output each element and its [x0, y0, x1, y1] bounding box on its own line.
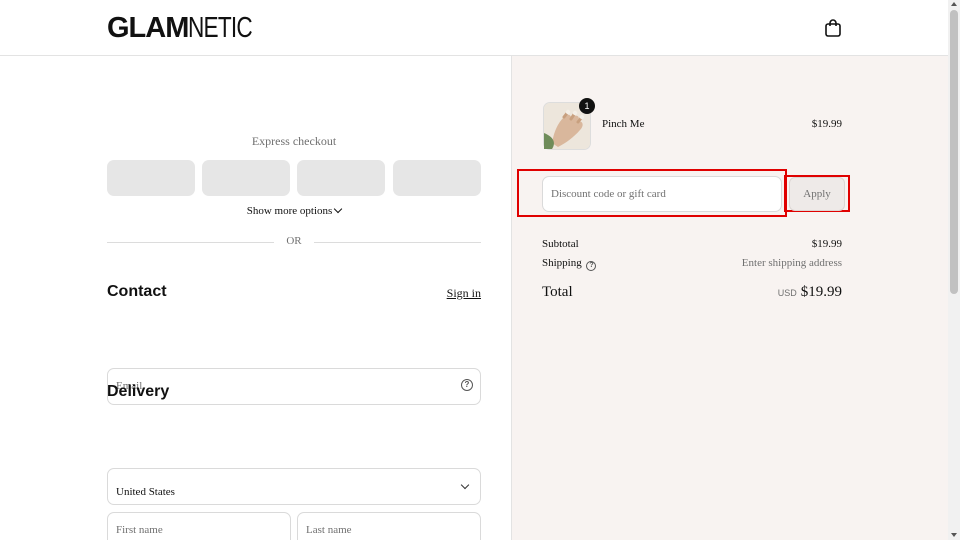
- apply-discount-button[interactable]: Apply: [789, 177, 845, 211]
- express-pay-button-4[interactable]: [393, 160, 481, 196]
- divider: [314, 242, 481, 243]
- subtotal-value: $19.99: [811, 238, 842, 250]
- subtotal-label: Subtotal: [542, 238, 579, 250]
- chevron-down-icon: [334, 204, 343, 214]
- or-divider-label: OR: [286, 235, 302, 247]
- show-more-options-button[interactable]: Show more options: [107, 204, 481, 217]
- total-label: Total: [542, 284, 573, 300]
- site-header: GLAMNETIC: [0, 0, 948, 56]
- product-name: Pinch Me: [602, 118, 645, 130]
- help-circle-icon[interactable]: ?: [461, 379, 473, 391]
- scroll-up-arrow-icon[interactable]: [951, 2, 957, 6]
- express-pay-button-2[interactable]: [202, 160, 290, 196]
- sign-in-link[interactable]: Sign in: [440, 286, 481, 301]
- last-name-field[interactable]: Last name: [297, 512, 481, 540]
- delivery-heading: Delivery: [107, 383, 170, 400]
- contact-heading: Contact: [107, 283, 167, 300]
- divider: [107, 242, 274, 243]
- total-amount: USD $19.99: [700, 284, 842, 301]
- chevron-down-icon: [460, 480, 470, 490]
- country-select[interactable]: United States: [107, 468, 481, 505]
- discount-code-input[interactable]: Discount code or gift card: [542, 176, 782, 212]
- first-name-field[interactable]: First name: [107, 512, 291, 540]
- express-pay-button-1[interactable]: [107, 160, 195, 196]
- scrollbar-thumb[interactable]: [950, 10, 958, 294]
- currency-code: USD: [777, 288, 797, 298]
- shipping-value: Enter shipping address: [741, 257, 842, 269]
- shopping-bag-icon[interactable]: [823, 18, 843, 38]
- total-value: $19.99: [800, 284, 842, 300]
- quantity-badge: 1: [579, 98, 595, 114]
- express-checkout-label: Express checkout: [251, 134, 337, 148]
- product-price: $19.99: [811, 118, 842, 130]
- shipping-label: Shipping ?: [542, 257, 597, 271]
- scroll-down-arrow-icon[interactable]: [951, 533, 957, 537]
- express-pay-button-3[interactable]: [297, 160, 385, 196]
- store-logo[interactable]: GLAMNETIC: [107, 9, 270, 47]
